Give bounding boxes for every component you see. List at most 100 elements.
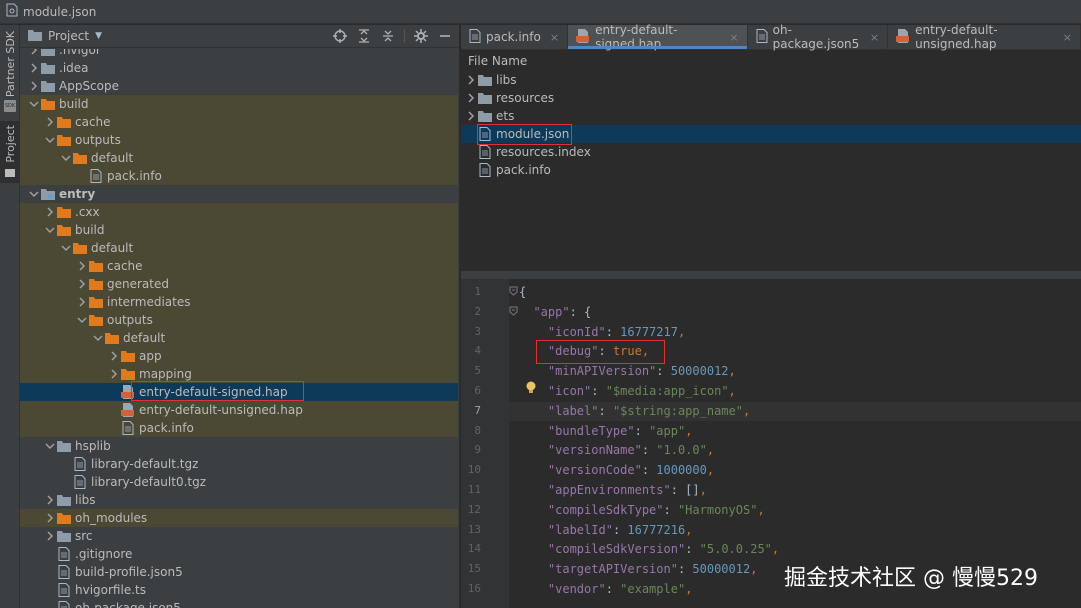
tree-item[interactable]: build-profile.json5 (20, 563, 458, 581)
chevron-right-icon[interactable] (465, 92, 477, 104)
tree-item-label: app (139, 349, 162, 363)
editor-tab[interactable]: oh-package.json5 × (748, 23, 889, 51)
editor-tab[interactable]: entry-default-signed.hap × (568, 23, 748, 51)
chevron-right-icon[interactable] (108, 368, 120, 380)
chevron-right-icon[interactable] (108, 350, 120, 362)
tree-item[interactable]: build (20, 95, 458, 113)
tree-item[interactable]: generated (20, 275, 458, 293)
close-icon[interactable]: × (550, 31, 559, 44)
expand-all-icon[interactable] (356, 28, 372, 44)
chevron-down-icon[interactable] (60, 153, 72, 164)
editor-tab[interactable]: entry-default-unsigned.hap × (888, 23, 1081, 51)
tree-item[interactable]: pack.info (20, 419, 458, 437)
collapse-all-icon[interactable] (380, 28, 396, 44)
code-token: 50000012 (692, 562, 751, 577)
tree-item[interactable]: hvigorfile.ts (20, 581, 458, 599)
tree-item[interactable]: intermediates (20, 293, 458, 311)
tree-item[interactable]: default (20, 239, 458, 257)
code-token: : (612, 522, 628, 537)
editor-splitter[interactable] (461, 271, 1081, 279)
tree-item[interactable]: oh_modules (20, 509, 458, 527)
chevron-right-icon[interactable] (28, 49, 40, 56)
hap-file-item[interactable]: ets (461, 107, 1081, 125)
tree-item[interactable]: outputs (20, 131, 458, 149)
fold-marker-icon[interactable] (509, 305, 518, 319)
chevron-right-icon[interactable] (44, 512, 56, 524)
chevron-right-icon[interactable] (76, 278, 88, 290)
close-icon[interactable]: × (870, 31, 879, 44)
chevron-right-icon[interactable] (76, 296, 88, 308)
chevron-right-icon[interactable] (28, 80, 40, 92)
close-icon[interactable]: × (729, 31, 738, 44)
tree-item[interactable]: entry-default-signed.hap (20, 383, 458, 401)
tree-item[interactable]: entry-default-unsigned.hap (20, 401, 458, 419)
code-token: : (605, 582, 621, 596)
chevron-right-icon[interactable] (465, 74, 477, 86)
tree-item[interactable]: entry (20, 185, 458, 203)
code-token: "debug" (547, 344, 599, 359)
partner-sdk-tool-tab[interactable]: Partner SDK SDK (0, 31, 20, 113)
tree-item[interactable]: .gitignore (20, 545, 458, 563)
project-view-title[interactable]: Project (48, 29, 89, 43)
hap-file-item[interactable]: resources.index (461, 143, 1081, 161)
code-token: : (598, 344, 613, 359)
crosshair-icon[interactable] (332, 28, 348, 44)
chevron-right-icon[interactable] (465, 110, 477, 122)
hap-file-item[interactable]: resources (461, 89, 1081, 107)
chevron-down-icon[interactable] (60, 243, 72, 254)
project-tool-tab[interactable]: Project (0, 121, 20, 183)
folder-icon (40, 97, 56, 111)
tree-item[interactable]: library-default0.tgz (20, 473, 458, 491)
chevron-down-icon[interactable] (92, 333, 104, 344)
line-number: 11 (467, 483, 481, 496)
minimize-icon[interactable] (437, 28, 453, 44)
tree-item[interactable]: build (20, 221, 458, 239)
gear-icon[interactable] (413, 28, 429, 44)
code-editor[interactable]: 1 2 3 4 5 6 7 8 9 10 11 12 13 14 15 16 { "app": { "icon… (461, 279, 1081, 608)
tree-item[interactable]: outputs (20, 311, 458, 329)
chevron-right-icon[interactable] (44, 494, 56, 506)
chevron-right-icon[interactable] (76, 260, 88, 272)
tree-item[interactable]: mapping (20, 365, 458, 383)
fold-marker-icon[interactable] (509, 285, 518, 299)
tree-item[interactable]: pack.info (20, 167, 458, 185)
chevron-right-icon[interactable] (28, 62, 40, 74)
chevron-down-icon[interactable]: ▼ (95, 31, 102, 41)
editor-tab[interactable]: pack.info × (461, 25, 569, 49)
folder-icon (477, 73, 493, 87)
tree-item[interactable]: AppScope (20, 77, 458, 95)
chevron-right-icon[interactable] (44, 206, 56, 218)
chevron-right-icon[interactable] (44, 116, 56, 128)
lightbulb-icon[interactable] (525, 381, 537, 398)
chevron-down-icon[interactable] (28, 99, 40, 110)
hap-file-icon (576, 28, 590, 46)
hap-file-item[interactable]: module.json (461, 125, 1081, 143)
hap-file-item[interactable]: pack.info (461, 161, 1081, 179)
close-icon[interactable]: × (1063, 31, 1072, 44)
chevron-down-icon[interactable] (44, 135, 56, 146)
chevron-down-icon[interactable] (44, 441, 56, 452)
tree-item[interactable]: src (20, 527, 458, 545)
tree-item[interactable]: default (20, 329, 458, 347)
tree-item[interactable]: default (20, 149, 458, 167)
code-token: "bundleType" (547, 423, 635, 438)
tree-item[interactable]: hsplib (20, 437, 458, 455)
chevron-down-icon[interactable] (28, 189, 40, 200)
tree-item[interactable]: oh-package.json5 (20, 599, 458, 608)
code-line: "vendor": "example", (519, 580, 693, 599)
tree-item-label: default (91, 241, 134, 255)
hap-file-item[interactable]: libs (461, 71, 1081, 89)
tree-item[interactable]: cache (20, 257, 458, 275)
tree-item[interactable]: app (20, 347, 458, 365)
tree-item[interactable]: .hvigor (20, 49, 458, 59)
chevron-down-icon[interactable] (76, 315, 88, 326)
tree-item[interactable]: library-default.tgz (20, 455, 458, 473)
tree-item[interactable]: .cxx (20, 203, 458, 221)
chevron-down-icon[interactable] (44, 225, 56, 236)
chevron-right-icon[interactable] (44, 530, 56, 542)
tree-item[interactable]: cache (20, 113, 458, 131)
tree-item[interactable]: .idea (20, 59, 458, 77)
tree-item[interactable]: libs (20, 491, 458, 509)
